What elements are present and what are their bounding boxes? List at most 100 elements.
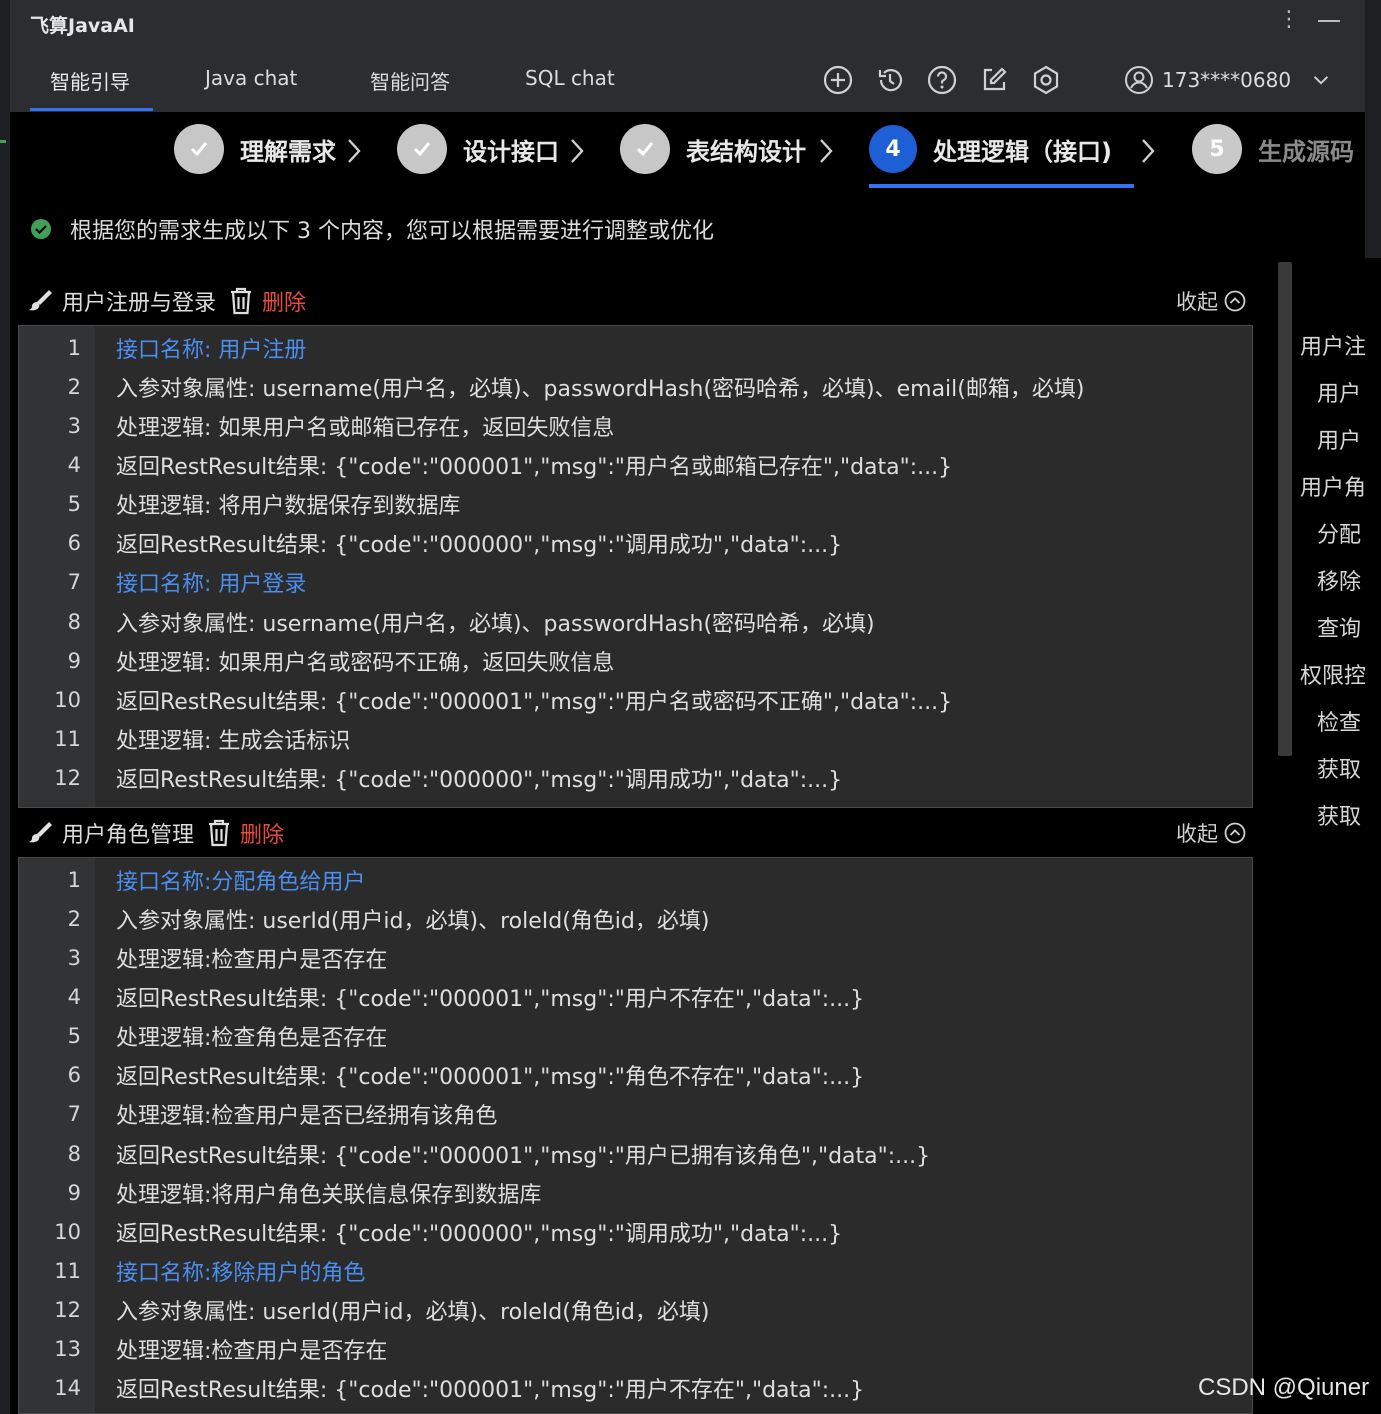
line-number: 2 — [67, 906, 81, 931]
outline-item[interactable]: 用户角 — [1300, 470, 1365, 502]
code-text: 返回RestResult结果: {"code":"000000","msg":"… — [116, 1221, 843, 1247]
line-number: 11 — [54, 727, 81, 751]
brush-icon — [29, 822, 52, 843]
line-number: 4 — [67, 984, 81, 1009]
delete-button[interactable]: 删除 — [240, 817, 284, 849]
step-table-design[interactable]: 表结构设计 — [620, 124, 806, 174]
code-line: 13 处理逻辑:检查用户是否存在 — [19, 1330, 1252, 1369]
tab-smart-qa[interactable]: 智能问答 — [370, 66, 450, 95]
code-line: 5 处理逻辑: 将用户数据保存到数据库 — [19, 485, 1252, 524]
code-line: 5 处理逻辑:检查角色是否存在 — [19, 1017, 1252, 1056]
line-number: 6 — [67, 531, 81, 556]
line-number: 8 — [67, 1141, 81, 1166]
outline-item[interactable]: 查询 — [1317, 611, 1365, 643]
trash-icon[interactable] — [228, 286, 254, 316]
chevron-down-icon[interactable] — [1309, 68, 1333, 92]
chevron-up-circle-icon — [1224, 290, 1246, 312]
history-icon[interactable] — [874, 64, 906, 96]
chevron-up-circle-icon — [1224, 822, 1246, 844]
code-editor[interactable]: 1 接口名称: 用户注册 2 入参对象属性: username(用户名，必填)、pas… — [18, 325, 1253, 808]
code-editor[interactable]: 1 接口名称:分配角色给用户 2 入参对象属性: userId(用户id，必填)、ro… — [18, 857, 1253, 1414]
code-text: 处理逻辑:检查用户是否存在 — [116, 947, 388, 973]
interface-name-line: 接口名称: 用户注册 — [116, 337, 307, 363]
interface-name-line: 接口名称:分配角色给用户 — [116, 869, 366, 895]
chevron-right-icon — [1142, 139, 1155, 163]
outline-item[interactable]: 用户 — [1317, 423, 1365, 455]
step-number: 5 — [1192, 124, 1242, 174]
outline-item[interactable]: 分配 — [1317, 517, 1365, 549]
code-line: 3 处理逻辑: 如果用户名或邮箱已存在，返回失败信息 — [19, 406, 1252, 445]
line-number: 5 — [67, 492, 81, 517]
code-text: 处理逻辑: 生成会话标识 — [116, 729, 351, 754]
tab-sql-chat[interactable]: SQL chat — [525, 66, 615, 90]
code-text: 处理逻辑:检查用户是否已经拥有该角色 — [116, 1104, 498, 1130]
step-label: 表结构设计 — [686, 137, 806, 166]
code-text: 返回RestResult结果: {"code":"000001","msg":"… — [116, 1378, 865, 1404]
step-processing-logic[interactable]: 4 处理逻辑（接口) — [869, 124, 1112, 174]
delete-button[interactable]: 删除 — [262, 285, 306, 317]
line-number: 14 — [54, 1376, 81, 1401]
code-text: 入参对象属性: userId(用户id，必填)、roleId(角色id，必填) — [116, 1300, 710, 1326]
code-line: 4 返回RestResult结果: {"code":"000001","msg":… — [19, 445, 1252, 484]
interface-name-line: 接口名称:移除用户的角色 — [116, 1261, 366, 1286]
line-number: 11 — [54, 1259, 81, 1283]
outline-item[interactable]: 获取 — [1317, 752, 1365, 784]
more-options-icon[interactable]: ⋮ — [1278, 6, 1300, 34]
collapse-button[interactable]: 收起 — [1176, 818, 1246, 848]
line-number: 13 — [54, 1337, 81, 1362]
left-edge-strip — [0, 0, 10, 1414]
line-number: 9 — [67, 648, 81, 673]
code-line: 4 返回RestResult结果: {"code":"000001","msg":… — [19, 977, 1252, 1016]
status-notice: 根据您的需求生成以下 3 个内容，您可以根据需要进行调整或优化 — [30, 213, 714, 245]
line-number: 3 — [67, 413, 81, 438]
chevron-right-icon — [820, 139, 833, 163]
step-understand-requirements[interactable]: 理解需求 — [174, 124, 336, 174]
collapse-label: 收起 — [1176, 822, 1218, 846]
interface-name-line: 接口名称: 用户登录 — [116, 572, 307, 598]
add-icon[interactable] — [822, 64, 854, 96]
tab-java-chat[interactable]: Java chat — [205, 66, 297, 90]
user-account[interactable]: 173****0680 — [1124, 63, 1333, 97]
code-text: 入参对象属性: username(用户名，必填)、passwordHash(密码… — [116, 376, 1085, 402]
line-number: 1 — [67, 867, 81, 892]
code-text: 处理逻辑: 如果用户名或密码不正确，返回失败信息 — [116, 650, 615, 676]
code-line: 2 入参对象属性: username(用户名，必填)、passwordHash(密… — [19, 367, 1252, 406]
chevron-right-icon — [348, 139, 361, 163]
outline-scrollbar[interactable] — [1278, 262, 1292, 756]
check-icon — [174, 124, 224, 174]
outline-item[interactable]: 权限控 — [1300, 658, 1365, 690]
code-line: 8 返回RestResult结果: {"code":"000001","msg":… — [19, 1134, 1252, 1173]
collapse-button[interactable]: 收起 — [1176, 286, 1246, 316]
code-text: 处理逻辑: 将用户数据保存到数据库 — [116, 494, 461, 520]
code-line: 10 返回RestResult结果: {"code":"000000","msg"… — [19, 1212, 1252, 1251]
outline-item[interactable]: 获取 — [1317, 799, 1365, 831]
step-label: 理解需求 — [240, 137, 336, 166]
step-generate-source[interactable]: 5 生成源码 — [1192, 124, 1354, 174]
app-title: 飞算JavaAI — [30, 15, 135, 37]
minimize-icon[interactable] — [1318, 20, 1340, 22]
code-line: 12 入参对象属性: userId(用户id，必填)、roleId(角色id，必填… — [19, 1291, 1252, 1330]
settings-icon[interactable] — [1030, 64, 1062, 96]
section-header: 用户角色管理 删除 收起 — [28, 816, 1246, 850]
outline-item[interactable]: 移除 — [1317, 564, 1365, 596]
step-design-interface[interactable]: 设计接口 — [397, 124, 559, 174]
code-text: 返回RestResult结果: {"code":"000001","msg":"… — [116, 1065, 865, 1091]
line-number: 2 — [67, 374, 81, 399]
outline-item[interactable]: 用户 — [1317, 376, 1365, 408]
code-text: 入参对象属性: username(用户名，必填)、passwordHash(密码… — [116, 611, 875, 637]
line-number: 5 — [67, 1024, 81, 1049]
help-icon[interactable] — [926, 64, 958, 96]
line-number: 8 — [67, 609, 81, 634]
code-line: 2 入参对象属性: userId(用户id，必填)、roleId(角色id，必填) — [19, 899, 1252, 938]
check-icon — [620, 124, 670, 174]
outline-item[interactable]: 检查 — [1317, 705, 1365, 737]
brush-icon — [29, 290, 52, 311]
code-line: 7 处理逻辑:检查用户是否已经拥有该角色 — [19, 1095, 1252, 1134]
outline-item[interactable]: 用户注 — [1300, 329, 1365, 361]
line-number: 6 — [67, 1063, 81, 1088]
trash-icon[interactable] — [206, 818, 232, 848]
edit-icon[interactable] — [978, 64, 1010, 96]
step-label: 设计接口 — [463, 137, 559, 166]
section-header: 用户注册与登录 删除 收起 — [28, 284, 1246, 318]
tab-smart-guide[interactable]: 智能引导 — [50, 66, 130, 95]
